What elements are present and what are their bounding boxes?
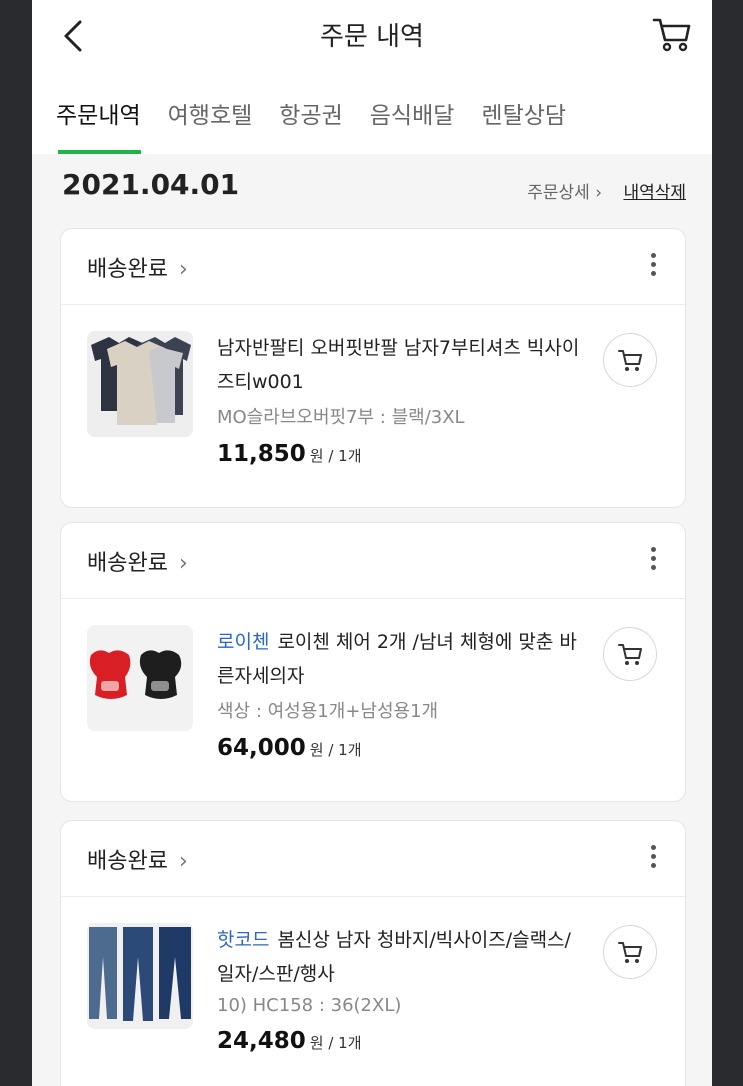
more-options-icon[interactable] bbox=[651, 845, 657, 873]
add-to-cart-button[interactable] bbox=[603, 627, 657, 681]
delivery-status-link[interactable]: 배송완료 › bbox=[87, 545, 188, 577]
product-row[interactable]: 핫코드 봄신상 남자 청바지/빅사이즈/슬랙스/일자/스판/행사 10) HC15… bbox=[61, 897, 685, 1086]
product-title: 봄신상 남자 청바지/빅사이즈/슬랙스/일자/스판/행사 bbox=[217, 929, 571, 985]
chevron-right-icon: › bbox=[171, 551, 188, 576]
price-unit-qty: 원 / 1개 bbox=[309, 447, 362, 465]
tab-food-delivery[interactable]: 음식배달 bbox=[370, 72, 455, 154]
delivery-status: 배송완료 bbox=[87, 257, 168, 282]
price-unit-qty: 원 / 1개 bbox=[309, 741, 362, 759]
product-thumbnail[interactable] bbox=[87, 923, 193, 1029]
page-title: 주문 내역 bbox=[320, 22, 424, 52]
product-thumbnail[interactable] bbox=[87, 331, 193, 437]
price-value: 64,000 bbox=[217, 735, 306, 761]
brand-name[interactable]: 핫코드 bbox=[217, 929, 269, 951]
product-option: MO슬라브오버핏7부 : 블랙/3XL bbox=[217, 407, 465, 428]
jeans-image bbox=[87, 923, 193, 1029]
delivery-status: 배송완료 bbox=[87, 551, 168, 576]
card-header: 배송완료 › bbox=[61, 229, 685, 305]
delete-history-link[interactable]: 내역삭제 bbox=[623, 178, 686, 203]
product-name: 로이첸 로이첸 체어 2개 /남녀 체형에 맞춘 바른자세의자 bbox=[217, 625, 587, 693]
cart-icon bbox=[652, 18, 691, 52]
product-info: 로이첸 로이첸 체어 2개 /남녀 체형에 맞춘 바른자세의자 색상 : 여성용1… bbox=[217, 625, 587, 761]
delivery-status-link[interactable]: 배송완료 › bbox=[87, 251, 188, 283]
more-options-icon[interactable] bbox=[651, 547, 657, 575]
product-title: 로이첸 체어 2개 /남녀 체형에 맞춘 바른자세의자 bbox=[217, 631, 577, 687]
tab-flights[interactable]: 항공권 bbox=[279, 72, 342, 154]
order-detail-link[interactable]: 주문상세 › bbox=[527, 178, 602, 203]
category-tabs: 주문내역 여행호텔 항공권 음식배달 렌탈상담 bbox=[32, 72, 712, 154]
product-name: 핫코드 봄신상 남자 청바지/빅사이즈/슬랙스/일자/스판/행사 bbox=[217, 923, 587, 991]
chevron-right-icon: › bbox=[171, 849, 188, 874]
price-unit-qty: 원 / 1개 bbox=[309, 1034, 362, 1052]
delivery-status: 배송완료 bbox=[87, 849, 168, 874]
delivery-status-link[interactable]: 배송완료 › bbox=[87, 843, 188, 875]
card-header: 배송완료 › bbox=[61, 821, 685, 897]
order-card: 배송완료 › 남자반팔티 오버핏반팔 남자7부티셔츠 빅사이즈티w001 MO슬… bbox=[60, 228, 686, 508]
product-row[interactable]: 로이첸 로이첸 체어 2개 /남녀 체형에 맞춘 바른자세의자 색상 : 여성용1… bbox=[61, 599, 685, 801]
tab-order-history[interactable]: 주문내역 bbox=[56, 72, 141, 154]
cart-icon bbox=[618, 644, 642, 665]
add-to-cart-button[interactable] bbox=[603, 925, 657, 979]
app-header: 주문 내역 bbox=[32, 0, 712, 72]
product-option: 색상 : 여성용1개+남성용1개 bbox=[217, 701, 439, 722]
product-info: 남자반팔티 오버핏반팔 남자7부티셔츠 빅사이즈티w001 MO슬라브오버핏7부… bbox=[217, 331, 587, 467]
cart-icon bbox=[618, 350, 642, 371]
card-header: 배송완료 › bbox=[61, 523, 685, 599]
product-thumbnail[interactable] bbox=[87, 625, 193, 731]
chevron-right-icon: › bbox=[171, 257, 188, 282]
product-price: 64,000 원 / 1개 bbox=[217, 735, 587, 761]
tshirt-image bbox=[87, 331, 193, 437]
product-row[interactable]: 남자반팔티 오버핏반팔 남자7부티셔츠 빅사이즈티w001 MO슬라브오버핏7부… bbox=[61, 305, 685, 507]
product-name: 남자반팔티 오버핏반팔 남자7부티셔츠 빅사이즈티w001 bbox=[217, 337, 580, 393]
price-value: 11,850 bbox=[217, 441, 306, 467]
product-option: 10) HC158 : 36(2XL) bbox=[217, 995, 402, 1016]
product-info: 핫코드 봄신상 남자 청바지/빅사이즈/슬랙스/일자/스판/행사 10) HC15… bbox=[217, 923, 587, 1054]
order-date-row: 2021.04.01 주문상세 › 내역삭제 bbox=[32, 154, 712, 224]
price-value: 24,480 bbox=[217, 1028, 306, 1054]
order-card: 배송완료 › 로이첸 로이첸 체어 2개 /남녀 체형에 맞춘 바른자세의자 색상… bbox=[60, 522, 686, 802]
tab-travel-hotel[interactable]: 여행호텔 bbox=[168, 72, 253, 154]
add-to-cart-button[interactable] bbox=[603, 333, 657, 387]
cart-icon bbox=[618, 942, 642, 963]
more-options-icon[interactable] bbox=[651, 253, 657, 281]
product-price: 24,480 원 / 1개 bbox=[217, 1028, 587, 1054]
order-history-screen: 주문 내역 주문내역 여행호텔 항공권 음식배달 렌탈상담 2021.04.01… bbox=[32, 0, 712, 1086]
product-price: 11,850 원 / 1개 bbox=[217, 441, 587, 467]
tab-rental[interactable]: 렌탈상담 bbox=[481, 72, 566, 154]
order-card: 배송완료 › 핫코드 봄신상 남자 청바지/빅사이즈/슬랙스/일자/스판/행사 1… bbox=[60, 820, 686, 1086]
order-date: 2021.04.01 bbox=[62, 168, 240, 201]
cart-button[interactable] bbox=[650, 12, 694, 56]
chair-image bbox=[87, 625, 193, 731]
brand-name[interactable]: 로이첸 bbox=[217, 631, 269, 653]
